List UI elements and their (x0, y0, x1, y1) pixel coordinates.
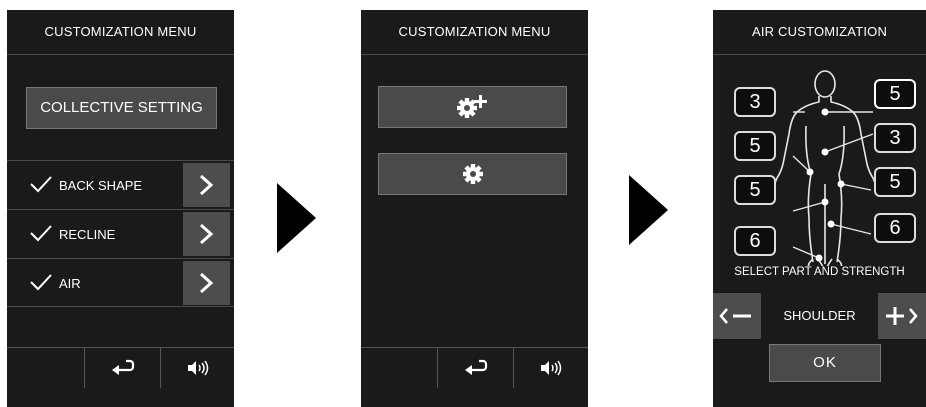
return-button[interactable] (85, 348, 161, 388)
check-icon (30, 176, 52, 193)
check-icon (30, 225, 52, 242)
right-strength-value[interactable]: 5 (874, 167, 916, 197)
recline-open-button[interactable] (183, 212, 230, 256)
return-icon (464, 359, 487, 375)
menu-row-recline[interactable]: RECLINE (7, 209, 234, 258)
volume-button[interactable] (161, 348, 234, 388)
menu-row-label: RECLINE (59, 227, 116, 242)
gear-plus-icon (456, 95, 487, 118)
return-icon (111, 359, 134, 375)
collective-setting-button[interactable]: COLLECTIVE SETTING (26, 87, 217, 129)
blank-bottom-button[interactable] (361, 348, 438, 388)
next-step-arrow (277, 183, 316, 253)
add-setting-button[interactable] (378, 86, 567, 128)
left-strength-value[interactable]: 3 (734, 87, 776, 117)
customization-menu-screen: CUSTOMIZATION MENU (361, 10, 588, 407)
ok-button[interactable]: OK (769, 344, 881, 382)
increase-button[interactable] (878, 293, 926, 339)
left-strength-value[interactable]: 5 (734, 175, 776, 205)
chevron-right-icon (199, 174, 214, 196)
return-button[interactable] (438, 348, 514, 388)
menu-row-label: BACK SHAPE (59, 178, 143, 193)
right-strength-value[interactable]: 3 (874, 123, 916, 153)
instruction-text: SELECT PART AND STRENGTH (734, 266, 905, 278)
check-icon (30, 274, 52, 291)
volume-button[interactable] (514, 348, 588, 388)
next-step-arrow (629, 175, 668, 245)
chevron-right-icon (199, 272, 214, 294)
selected-part-label: SHOULDER (783, 308, 856, 323)
menu-row-label: AIR (59, 276, 81, 291)
chevron-right-icon (199, 223, 214, 245)
air-open-button[interactable] (183, 261, 230, 305)
left-strength-value[interactable]: 6 (734, 226, 776, 256)
menu-row-air[interactable]: AIR (7, 258, 234, 307)
blank-bottom-button[interactable] (7, 348, 85, 388)
plus-icon (886, 307, 918, 325)
minus-icon (719, 308, 751, 324)
speaker-icon (541, 360, 562, 376)
air-customization-screen: AIR CUSTOMIZATION 3 5 5 6 5 3 5 6 SELECT… (713, 10, 926, 407)
right-strength-value[interactable]: 6 (874, 213, 916, 243)
bottom-bar (7, 347, 234, 388)
bottom-bar (361, 347, 588, 388)
customization-menu-screen: CUSTOMIZATION MENU COLLECTIVE SETTING BA… (7, 10, 234, 407)
decrease-button[interactable] (713, 293, 761, 339)
screen-title: AIR CUSTOMIZATION (713, 10, 926, 55)
back-shape-open-button[interactable] (183, 163, 230, 207)
screen-title: CUSTOMIZATION MENU (7, 10, 234, 55)
part-selector: SHOULDER (713, 293, 926, 339)
menu-row-back-shape[interactable]: BACK SHAPE (7, 160, 234, 209)
gear-icon (462, 164, 483, 184)
screen-title: CUSTOMIZATION MENU (361, 10, 588, 55)
settings-button[interactable] (378, 153, 567, 195)
right-strength-value-selected[interactable]: 5 (874, 79, 916, 109)
speaker-icon (187, 360, 208, 376)
left-strength-value[interactable]: 5 (734, 131, 776, 161)
